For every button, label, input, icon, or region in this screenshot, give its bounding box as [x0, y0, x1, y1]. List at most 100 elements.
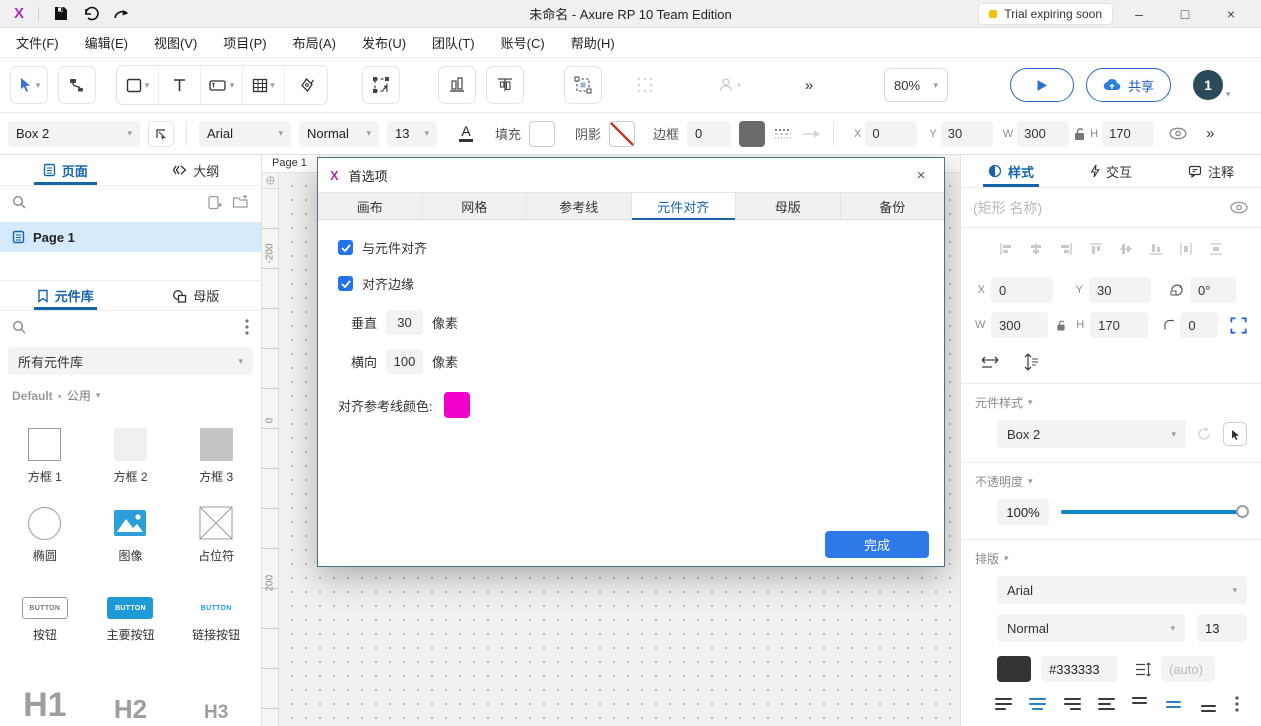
pen-tool-button[interactable]	[285, 66, 327, 104]
snap-edges-checkbox[interactable]	[338, 276, 353, 291]
h-field[interactable]: 170	[1090, 312, 1147, 338]
opacity-slider[interactable]	[1061, 510, 1247, 514]
text-align-justify-button[interactable]	[1098, 698, 1115, 710]
visibility-eye-icon[interactable]	[1168, 127, 1188, 140]
text-align-right-button[interactable]	[1064, 698, 1081, 710]
fill-swatch[interactable]	[529, 121, 555, 147]
font-size-field[interactable]: 13	[1197, 614, 1247, 642]
w-field[interactable]: 300	[1017, 121, 1069, 147]
widget-button[interactable]: BUTTON 按钮	[2, 568, 88, 643]
visibility-eye-icon[interactable]	[1229, 201, 1249, 214]
widget-name-input[interactable]	[973, 200, 1221, 216]
menu-publish[interactable]: 发布(U)	[362, 33, 406, 52]
toolbar-more-button[interactable]: »	[792, 66, 826, 104]
close-button[interactable]: ×	[1211, 2, 1251, 26]
dialog-tab-grid[interactable]: 网格	[423, 193, 528, 219]
save-button[interactable]	[53, 6, 68, 21]
rotation-field[interactable]: 0°	[1190, 277, 1236, 303]
border-color-swatch[interactable]	[739, 121, 765, 147]
share-button[interactable]: 共享	[1086, 68, 1171, 102]
canvas-page-tab[interactable]: Page 1	[262, 155, 320, 172]
x-field[interactable]: 0	[865, 121, 917, 147]
h-field[interactable]: 170	[1102, 121, 1154, 147]
tab-widget-library[interactable]: 元件库	[0, 281, 131, 310]
y-field[interactable]: 30	[1089, 277, 1151, 303]
menu-arrange[interactable]: 布局(A)	[293, 33, 336, 52]
text-align-bottom-button[interactable]	[1201, 697, 1218, 712]
fit-width-icon[interactable]	[979, 354, 1001, 370]
page-tree-item-page1[interactable]: Page 1	[0, 222, 261, 252]
font-weight-select[interactable]: Normal ▾	[299, 121, 379, 147]
widget-ellipse[interactable]: 椭圆	[2, 489, 88, 564]
text-align-left-button[interactable]	[995, 698, 1012, 710]
border-width-field[interactable]: 0	[687, 121, 731, 147]
widget-placeholder[interactable]: 占位符	[173, 489, 259, 564]
menu-edit[interactable]: 编辑(E)	[85, 33, 128, 52]
text-align-center-button[interactable]	[1029, 698, 1046, 710]
widget-h3[interactable]: H3	[173, 647, 259, 722]
opacity-slider-handle[interactable]	[1236, 505, 1249, 518]
menu-help[interactable]: 帮助(H)	[571, 33, 615, 52]
add-folder-icon[interactable]	[232, 195, 249, 209]
done-button[interactable]: 完成	[825, 531, 929, 558]
tab-outline[interactable]: 大纲	[131, 155, 262, 185]
tab-notes[interactable]: 注释	[1161, 155, 1261, 187]
widget-style-select[interactable]: Box 2 ▾	[997, 420, 1186, 448]
avatar[interactable]: 1	[1193, 70, 1223, 100]
tab-masters[interactable]: 母版	[131, 281, 262, 310]
input-tool-button[interactable]: ▾	[201, 66, 243, 104]
vertical-value-field[interactable]: 30	[386, 310, 423, 335]
lock-icon[interactable]	[1073, 127, 1086, 141]
x-field[interactable]: 0	[991, 277, 1053, 303]
font-color-swatch[interactable]	[997, 656, 1031, 682]
corner-radius-field[interactable]: 0	[1180, 312, 1218, 338]
border-style-icon[interactable]	[773, 127, 793, 141]
widget-link-button[interactable]: BUTTON 链接按钮	[173, 568, 259, 643]
font-family-select[interactable]: Arial ▾	[199, 121, 291, 147]
font-weight-select[interactable]: Normal ▾	[997, 614, 1185, 642]
kebab-menu-icon[interactable]	[245, 319, 249, 335]
align-button[interactable]	[438, 66, 476, 104]
dialog-tab-snap[interactable]: 元件对齐	[632, 193, 737, 219]
preview-button[interactable]	[1010, 68, 1074, 102]
menu-file[interactable]: 文件(F)	[16, 33, 59, 52]
dialog-tab-canvas[interactable]: 画布	[318, 193, 423, 219]
style-picker-button[interactable]	[1223, 422, 1247, 446]
more-typography-kebab-icon[interactable]	[1235, 696, 1239, 712]
group-button[interactable]	[564, 66, 602, 104]
maximize-button[interactable]: □	[1165, 2, 1205, 26]
line-height-field[interactable]: (auto)	[1161, 656, 1215, 682]
widget-h1[interactable]: H1	[2, 647, 88, 722]
guide-color-swatch[interactable]	[444, 392, 470, 418]
menu-project[interactable]: 项目(P)	[223, 33, 266, 52]
zoom-select[interactable]: 80% ▾	[884, 68, 948, 102]
text-tool-button[interactable]	[159, 66, 201, 104]
select-tool-button[interactable]: ▾	[10, 66, 48, 104]
fit-height-icon[interactable]	[1023, 351, 1039, 373]
widget-box3[interactable]: 方框 3	[173, 410, 259, 485]
widget-style-select[interactable]: Box 2 ▾	[8, 121, 140, 147]
font-size-select[interactable]: 13 ▾	[387, 121, 437, 147]
rectangle-tool-button[interactable]: ▾	[117, 66, 159, 104]
tab-interactions[interactable]: 交互	[1061, 155, 1161, 187]
font-color-button[interactable]: A	[459, 125, 473, 142]
table-tool-button[interactable]: ▾	[243, 66, 285, 104]
font-family-select[interactable]: Arial ▾	[997, 576, 1247, 604]
widget-box1[interactable]: 方框 1	[2, 410, 88, 485]
transform-points-button[interactable]	[362, 66, 400, 104]
snap-to-widgets-checkbox[interactable]	[338, 240, 353, 255]
add-page-icon[interactable]	[207, 195, 222, 210]
shadow-swatch[interactable]	[609, 121, 635, 147]
tab-style[interactable]: 样式	[961, 155, 1061, 187]
horizontal-value-field[interactable]: 100	[386, 349, 423, 374]
undo-button[interactable]	[82, 6, 99, 21]
opacity-section-header[interactable]: 不透明度 ▾	[975, 473, 1247, 490]
lock-icon[interactable]	[1056, 319, 1067, 332]
propbar-more-button[interactable]: »	[1206, 125, 1214, 142]
text-align-middle-button[interactable]	[1166, 697, 1183, 712]
corner-select-icon[interactable]	[1230, 316, 1247, 335]
widget-primary-button[interactable]: BUTTON 主要按钮	[88, 568, 174, 643]
search-icon[interactable]	[12, 320, 26, 334]
library-filter-select[interactable]: 所有元件库 ▾	[8, 347, 253, 375]
connector-tool-button[interactable]	[58, 66, 96, 104]
